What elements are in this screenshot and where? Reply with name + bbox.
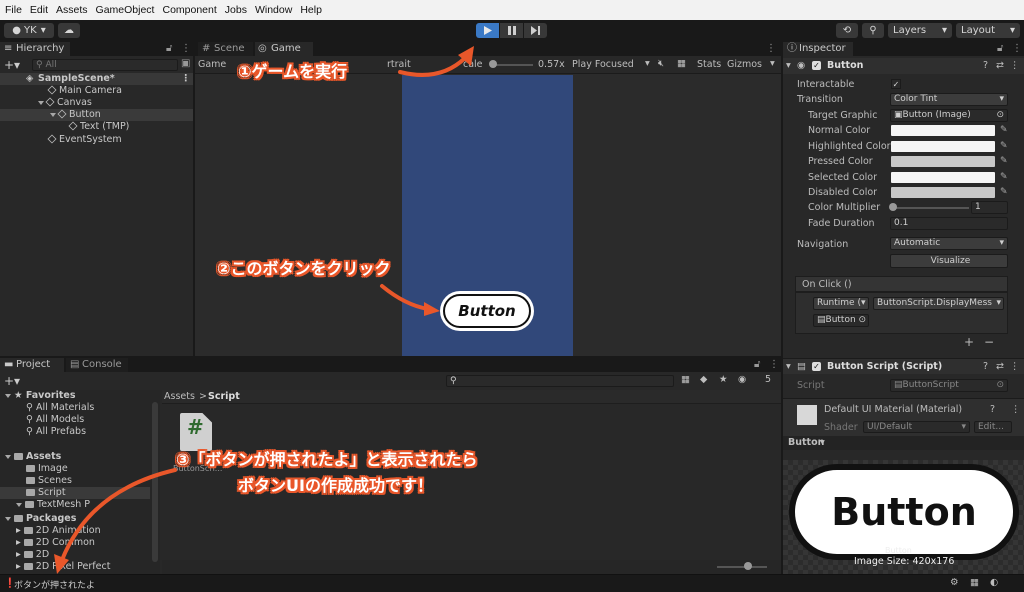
arrow-head xyxy=(54,554,69,574)
arrow-to-button xyxy=(380,284,430,311)
annotation-step1: ①ゲームを実行 xyxy=(238,62,348,81)
annotation-step2: ②このボタンをクリック xyxy=(217,259,391,278)
arrow-to-play xyxy=(398,56,467,77)
annotation-step3-line2: ボタンUIの作成成功です！ xyxy=(238,476,433,495)
annotation-step3-line1: ③「ボタンが押されたよ」と表示されたら xyxy=(176,450,478,469)
arrow-to-console xyxy=(60,468,177,562)
arrow-head xyxy=(424,302,440,316)
annotation-arrows xyxy=(54,46,474,574)
